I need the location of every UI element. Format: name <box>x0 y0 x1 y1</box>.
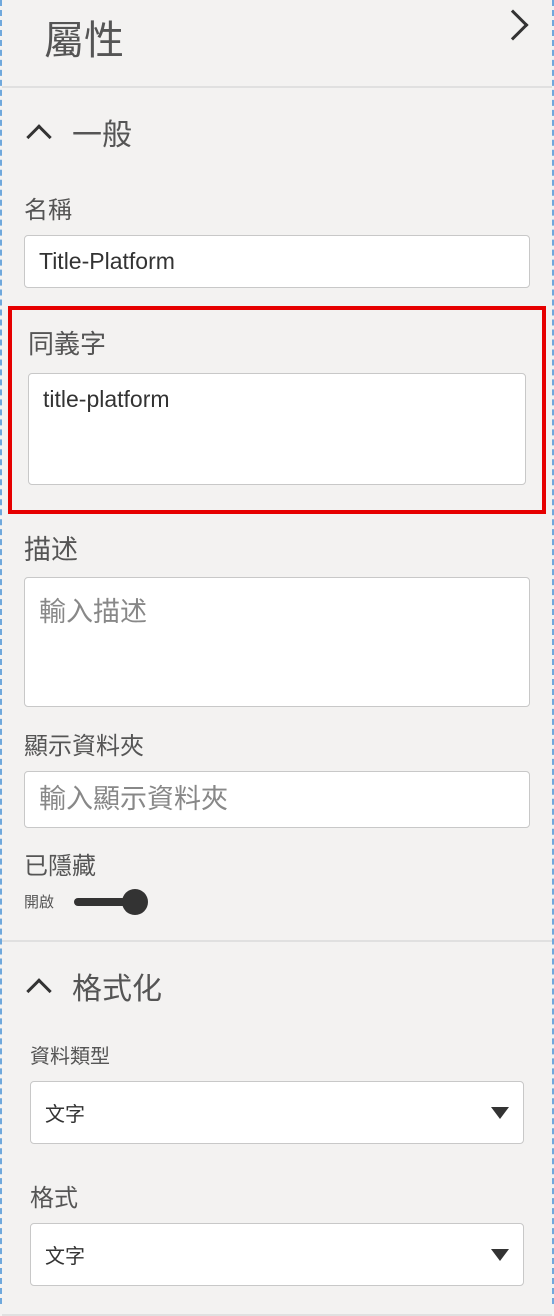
data-type-label: 資料類型 <box>30 1040 524 1069</box>
data-type-select[interactable]: 文字 <box>30 1081 524 1144</box>
description-input[interactable] <box>24 577 530 707</box>
field-hidden: 已隱藏 開啟 <box>2 828 552 912</box>
data-type-value: 文字 <box>45 1098 85 1127</box>
section-formatting: 格式化 資料類型 文字 格式 文字 <box>2 942 552 1316</box>
field-format: 格式 文字 <box>2 1168 552 1286</box>
field-data-type: 資料類型 文字 <box>2 1030 552 1144</box>
format-select[interactable]: 文字 <box>30 1223 524 1286</box>
chevron-down-icon <box>491 1249 509 1261</box>
properties-panel: 屬性 一般 名稱 同義字 描述 顯示資料夾 已隱藏 開啟 <box>0 0 554 1304</box>
format-value: 文字 <box>45 1240 85 1269</box>
synonym-input[interactable] <box>28 373 526 485</box>
name-input[interactable] <box>24 235 530 288</box>
field-display-folder: 顯示資料夾 <box>2 712 552 828</box>
display-folder-input[interactable] <box>24 771 530 828</box>
toggle-knob-icon <box>122 889 148 915</box>
display-folder-label: 顯示資料夾 <box>24 726 530 761</box>
section-general-title: 一般 <box>72 110 132 154</box>
section-formatting-header[interactable]: 格式化 <box>2 942 552 1030</box>
hidden-label: 已隱藏 <box>24 846 530 881</box>
hidden-toggle[interactable] <box>74 898 144 906</box>
section-general-header[interactable]: 一般 <box>2 88 552 176</box>
chevron-up-icon <box>26 124 51 149</box>
description-label: 描述 <box>24 528 530 567</box>
panel-title: 屬性 <box>44 8 124 66</box>
panel-header: 屬性 <box>2 0 552 88</box>
name-label: 名稱 <box>24 190 530 225</box>
synonym-label: 同義字 <box>28 324 526 361</box>
chevron-right-icon[interactable] <box>497 9 528 40</box>
hidden-state-label: 開啟 <box>24 891 54 912</box>
chevron-up-icon <box>26 978 51 1003</box>
field-description: 描述 <box>2 514 552 712</box>
section-formatting-title: 格式化 <box>72 964 162 1008</box>
chevron-down-icon <box>491 1107 509 1119</box>
synonym-highlight: 同義字 <box>8 306 546 514</box>
section-general: 一般 名稱 同義字 描述 顯示資料夾 已隱藏 開啟 <box>2 88 552 942</box>
field-name: 名稱 <box>2 176 552 288</box>
format-label: 格式 <box>30 1178 524 1213</box>
